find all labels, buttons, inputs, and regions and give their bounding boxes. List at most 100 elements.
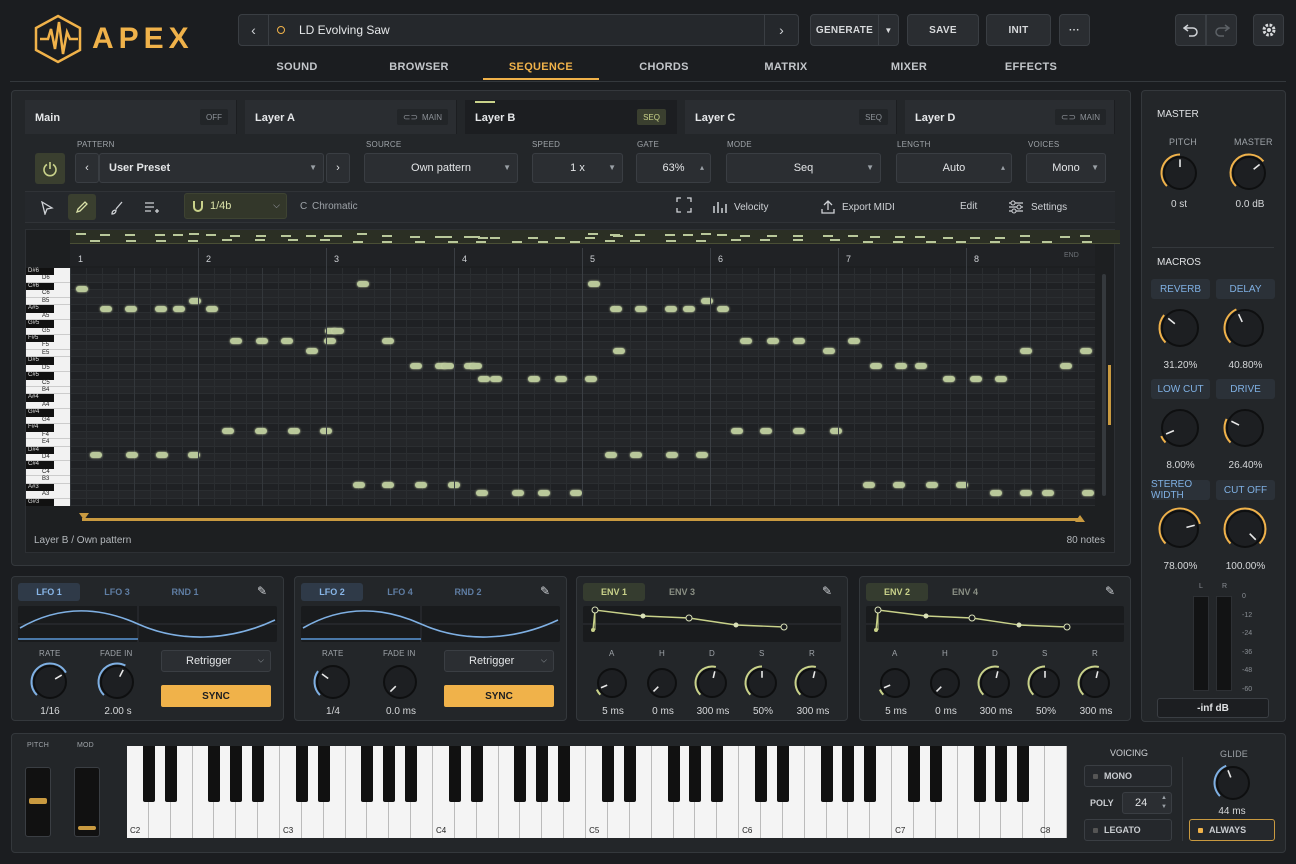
save-button[interactable]: SAVE (907, 14, 979, 46)
black-key[interactable] (995, 746, 1008, 802)
macro-low-cut-knob[interactable] (1157, 405, 1203, 451)
loop-end-handle[interactable] (1075, 515, 1085, 522)
black-key[interactable] (208, 746, 221, 802)
piano-key[interactable]: D#6 (26, 268, 54, 276)
scale-root[interactable]: C (300, 201, 307, 212)
black-key[interactable] (689, 746, 702, 802)
sequence-note[interactable] (717, 306, 729, 312)
macro-delay-title[interactable]: DELAY (1216, 279, 1275, 299)
black-key[interactable] (973, 746, 986, 802)
sequence-note[interactable] (410, 363, 422, 369)
mono-toggle[interactable]: MONO (1084, 765, 1172, 787)
sequence-note[interactable] (870, 363, 882, 369)
sequence-note[interactable] (683, 306, 695, 312)
piano-key[interactable]: B4 (26, 387, 70, 395)
black-key[interactable] (601, 746, 614, 802)
pattern-next-button[interactable]: › (326, 153, 350, 183)
black-key[interactable] (776, 746, 789, 802)
zoom-handle[interactable] (1108, 365, 1111, 425)
env-d-knob[interactable] (976, 664, 1014, 702)
sequence-note[interactable] (1082, 490, 1094, 496)
gate-select[interactable]: 63% ▴ (636, 153, 711, 183)
envelope-display[interactable] (583, 606, 841, 642)
sequence-note[interactable] (793, 428, 805, 434)
black-key[interactable] (252, 746, 265, 802)
sequence-note[interactable] (332, 328, 344, 334)
settings-gear-button[interactable] (1253, 14, 1284, 46)
piano-key[interactable]: C6 (26, 290, 70, 298)
retrigger-select[interactable]: Retrigger ⌵ (444, 650, 554, 672)
env-s-knob[interactable] (1026, 664, 1064, 702)
brush-tool-button[interactable] (106, 197, 128, 219)
generate-button[interactable]: GENERATE (810, 14, 879, 46)
piano-key[interactable]: G4 (26, 416, 70, 425)
black-key[interactable] (448, 746, 461, 802)
black-key[interactable] (470, 746, 483, 802)
tab-sequence[interactable]: SEQUENCE (481, 61, 601, 73)
env-d-knob[interactable] (693, 664, 731, 702)
layer-tab-layer-b[interactable]: Layer B SEQ (465, 100, 677, 134)
glide-always-toggle[interactable]: ALWAYS (1189, 819, 1275, 841)
piano-key[interactable]: A5 (26, 312, 70, 321)
sequence-note[interactable] (613, 348, 625, 354)
piano-key[interactable]: B5 (26, 297, 70, 306)
piano-roll[interactable]: END D#6 D6 C#6 C6 B5 A#5 A5 G#5 G5 F#5 F5 E5 D#5 D5 C#… (25, 229, 1120, 553)
tab-matrix[interactable]: MATRIX (726, 61, 846, 73)
layer-tab-layer-d[interactable]: Layer D ⊂⊃ MAIN (905, 100, 1115, 134)
sequence-note[interactable] (895, 363, 907, 369)
macro-cut-off-knob[interactable] (1222, 506, 1268, 552)
sequence-note[interactable] (740, 338, 752, 344)
tab-env-4[interactable]: ENV 4 (934, 583, 996, 601)
undo-button[interactable] (1175, 14, 1206, 46)
tab-lfo-2[interactable]: LFO 2 (301, 583, 363, 601)
sequence-note[interactable] (635, 306, 647, 312)
tab-lfo-4[interactable]: LFO 4 (369, 583, 431, 601)
black-key[interactable] (864, 746, 877, 802)
export-midi-button[interactable]: Export MIDI (820, 197, 905, 217)
init-button[interactable]: INIT (986, 14, 1051, 46)
edit-menu-button[interactable]: Edit (960, 201, 977, 212)
macro-delay-knob[interactable] (1222, 305, 1268, 351)
black-key[interactable] (230, 746, 243, 802)
generate-dropdown-button[interactable]: ▼ (878, 14, 899, 46)
preset-next-button[interactable]: › (764, 15, 798, 45)
sequence-note[interactable] (478, 376, 490, 382)
sequence-note[interactable] (610, 306, 622, 312)
sequence-note[interactable] (155, 306, 167, 312)
sequence-note[interactable] (90, 452, 102, 458)
sequence-note[interactable] (1080, 348, 1092, 354)
piano-key[interactable]: B3 (26, 476, 70, 484)
sequence-note[interactable] (288, 428, 300, 434)
redo-button[interactable] (1206, 14, 1237, 46)
env-r-knob[interactable] (793, 664, 831, 702)
black-key[interactable] (820, 746, 833, 802)
source-select[interactable]: Own pattern ▼ (364, 153, 518, 183)
sequence-note[interactable] (125, 306, 137, 312)
sequence-note[interactable] (156, 452, 168, 458)
sequence-note[interactable] (767, 338, 779, 344)
black-key[interactable] (514, 746, 527, 802)
piano-key[interactable]: A#5 (26, 305, 54, 313)
black-key[interactable] (754, 746, 767, 802)
layer-power-button[interactable] (35, 153, 65, 184)
env-s-knob[interactable] (743, 664, 781, 702)
pattern-prev-button[interactable]: ‹ (75, 153, 99, 183)
pattern-select[interactable]: User Preset ▼ (99, 153, 324, 183)
macro-low-cut-title[interactable]: LOW CUT (1151, 379, 1210, 399)
sequence-note[interactable] (793, 338, 805, 344)
piano-key[interactable]: D6 (26, 275, 70, 283)
layer-badge[interactable]: OFF (200, 109, 228, 125)
black-key[interactable] (383, 746, 396, 802)
piano-key[interactable]: C#5 (26, 372, 54, 380)
piano-key[interactable]: E4 (26, 439, 70, 447)
lfo2-rate-knob[interactable] (312, 661, 354, 703)
preset-name[interactable]: LD Evolving Saw (299, 23, 390, 37)
sequence-note[interactable] (893, 482, 905, 488)
layer-tab-layer-c[interactable]: Layer C SEQ (685, 100, 897, 134)
layer-badge[interactable]: ⊂⊃ MAIN (396, 109, 448, 125)
black-key[interactable] (623, 746, 636, 802)
piano-key[interactable]: G5 (26, 327, 70, 335)
tab-lfo-1[interactable]: LFO 1 (18, 583, 80, 601)
black-key[interactable] (361, 746, 374, 802)
lfo1-fade-knob[interactable] (96, 661, 138, 703)
